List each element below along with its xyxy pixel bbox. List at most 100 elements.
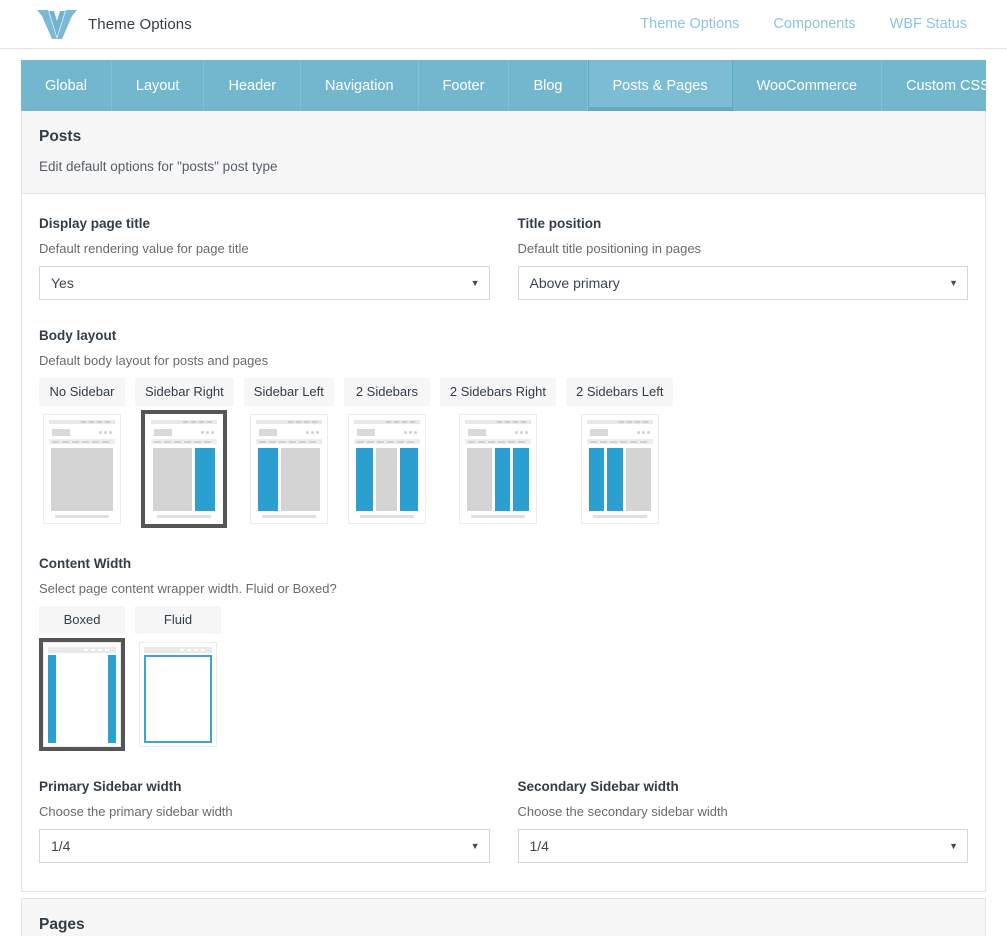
thumb-header-row: [255, 426, 322, 439]
thumb-body: [48, 655, 116, 743]
thumbnail-frame: [454, 410, 541, 528]
pages-section-title: Pages: [39, 916, 85, 933]
tab-posts-pages[interactable]: Posts & Pages: [587, 60, 733, 111]
chevron-down-icon: ▼: [470, 841, 480, 851]
body-layout-option-2-sidebars[interactable]: 2 Sidebars: [343, 378, 430, 528]
thumb-nav-strip: [255, 439, 322, 444]
thumb-footer: [354, 511, 420, 519]
content-width-option-fluid[interactable]: Fluid: [135, 606, 221, 751]
body-layout-label: Body layout: [39, 328, 117, 343]
field-row-sidebar-widths: Primary Sidebar width Choose the primary…: [39, 779, 968, 891]
thumb-top-strip: [144, 647, 212, 653]
thumb-column-sidebar: [513, 448, 529, 511]
field-col-display-page-title: Display page title Default rendering val…: [39, 216, 504, 328]
thumb-nav-strip: [151, 439, 218, 444]
thumb-body: [144, 655, 212, 743]
content-width-thumbnail-fluid: [139, 642, 217, 747]
thumb-top-strip: [353, 420, 420, 424]
field-display-page-title: Display page title Default rendering val…: [39, 216, 490, 300]
thumb-menu-dots-icon: [99, 431, 112, 434]
content-width-thumbnail-boxed: [43, 642, 121, 747]
thumb-columns: [49, 448, 115, 511]
thumb-column-sidebar: [355, 448, 374, 511]
thumbnail-frame: [576, 410, 663, 528]
body-layout-option-label: 2 Sidebars: [343, 378, 430, 406]
display-page-title-description: Default rendering value for page title: [39, 241, 249, 256]
top-nav-link-wbf-status[interactable]: WBF Status: [890, 16, 967, 32]
thumb-columns: [354, 448, 420, 511]
primary-sidebar-width-select[interactable]: 1/4 ▼: [39, 829, 490, 863]
tab-layout[interactable]: Layout: [112, 60, 205, 111]
posts-section-description: Edit default options for "posts" post ty…: [39, 159, 278, 174]
pages-section-header: Pages Edit default options for "pages" p…: [22, 899, 985, 936]
body-layout-option-sidebar-right[interactable]: Sidebar Right: [135, 378, 234, 528]
thumb-logo-block: [356, 429, 375, 436]
thumbnail-frame: [245, 410, 332, 528]
thumb-header-row: [464, 426, 531, 439]
body-layout-option-2-sidebars-left[interactable]: 2 Sidebars Left: [566, 378, 674, 528]
chevron-down-icon: ▼: [470, 278, 480, 288]
field-body-layout: Body layout Default body layout for post…: [39, 328, 968, 528]
tab-global[interactable]: Global: [21, 60, 112, 111]
secondary-sidebar-width-label: Secondary Sidebar width: [517, 779, 679, 794]
secondary-sidebar-width-select[interactable]: 1/4 ▼: [517, 829, 968, 863]
thumb-column-sidebar: [607, 448, 623, 511]
thumb-top-strip: [586, 420, 653, 424]
body-layout-option-sidebar-left[interactable]: Sidebar Left: [243, 378, 334, 528]
tab-blog[interactable]: Blog: [509, 60, 588, 111]
thumb-columns: [151, 448, 217, 511]
thumb-header-row: [49, 426, 115, 439]
thumb-footer: [587, 511, 653, 519]
tab-footer[interactable]: Footer: [419, 60, 510, 111]
thumbnail-frame: [39, 410, 125, 528]
tab-woocommerce[interactable]: WooCommerce: [733, 60, 883, 111]
title-position-select[interactable]: Above primary ▼: [517, 266, 968, 300]
w-logo-icon: [37, 10, 77, 39]
thumbnail-frame: [135, 638, 221, 751]
field-row-titles: Display page title Default rendering val…: [39, 216, 968, 328]
chevron-down-icon: ▼: [949, 278, 958, 288]
display-page-title-select[interactable]: Yes ▼: [39, 266, 490, 300]
thumb-column-content: [153, 448, 193, 511]
thumb-top-strip: [49, 420, 115, 424]
title-position-label: Title position: [517, 216, 602, 231]
posts-section-title: Posts: [39, 128, 82, 145]
thumb-logo-block: [589, 429, 608, 436]
thumb-footer: [151, 511, 217, 519]
tab-custom-css[interactable]: Custom CSS: [882, 60, 1007, 111]
thumb-top-strip: [48, 647, 116, 653]
top-nav-link-components[interactable]: Components: [773, 16, 855, 32]
top-nav: Theme Options Components WBF Status: [640, 16, 985, 32]
brand[interactable]: Theme Options: [36, 8, 192, 40]
layout-thumbnail-sidebar-left: [249, 414, 328, 524]
thumb-menu-dots-icon: [636, 431, 650, 434]
field-title-position: Title position Default title positioning…: [517, 216, 968, 300]
primary-sidebar-width-label: Primary Sidebar width: [39, 779, 182, 794]
tab-header[interactable]: Header: [204, 60, 302, 111]
content-width-option-label: Fluid: [135, 606, 221, 634]
pages-panel: Pages Edit default options for "pages" p…: [21, 898, 986, 936]
brand-title: Theme Options: [88, 15, 192, 33]
title-position-description: Default title positioning in pages: [517, 241, 702, 256]
thumb-header-row: [586, 426, 653, 439]
body-layout-option-label: Sidebar Right: [135, 378, 234, 406]
content-width-option-boxed[interactable]: Boxed: [39, 606, 125, 751]
thumb-inner-content: [56, 655, 108, 743]
body-layout-option-no-sidebar[interactable]: No Sidebar: [39, 378, 125, 528]
thumb-header-row: [353, 426, 420, 439]
thumb-column-sidebar: [257, 448, 279, 511]
top-nav-link-theme-options[interactable]: Theme Options: [640, 16, 739, 32]
body-layout-option-2-sidebars-right[interactable]: 2 Sidebars Right: [439, 378, 557, 528]
thumb-top-strip: [255, 420, 322, 424]
top-header-bar: Theme Options Theme Options Components W…: [0, 0, 1007, 49]
thumbnail-frame: [141, 410, 228, 528]
thumb-menu-dots-icon: [403, 431, 417, 434]
content-width-option-label: Boxed: [39, 606, 125, 634]
chevron-down-icon: ▼: [949, 841, 958, 851]
field-col-title-position: Title position Default title positioning…: [504, 216, 968, 328]
field-content-width: Content Width Select page content wrappe…: [39, 556, 968, 751]
content-width-label: Content Width: [39, 556, 132, 571]
thumb-footer: [465, 511, 531, 519]
tab-navigation[interactable]: Navigation: [301, 60, 419, 111]
content-width-options: Boxed Fluid: [39, 606, 968, 751]
